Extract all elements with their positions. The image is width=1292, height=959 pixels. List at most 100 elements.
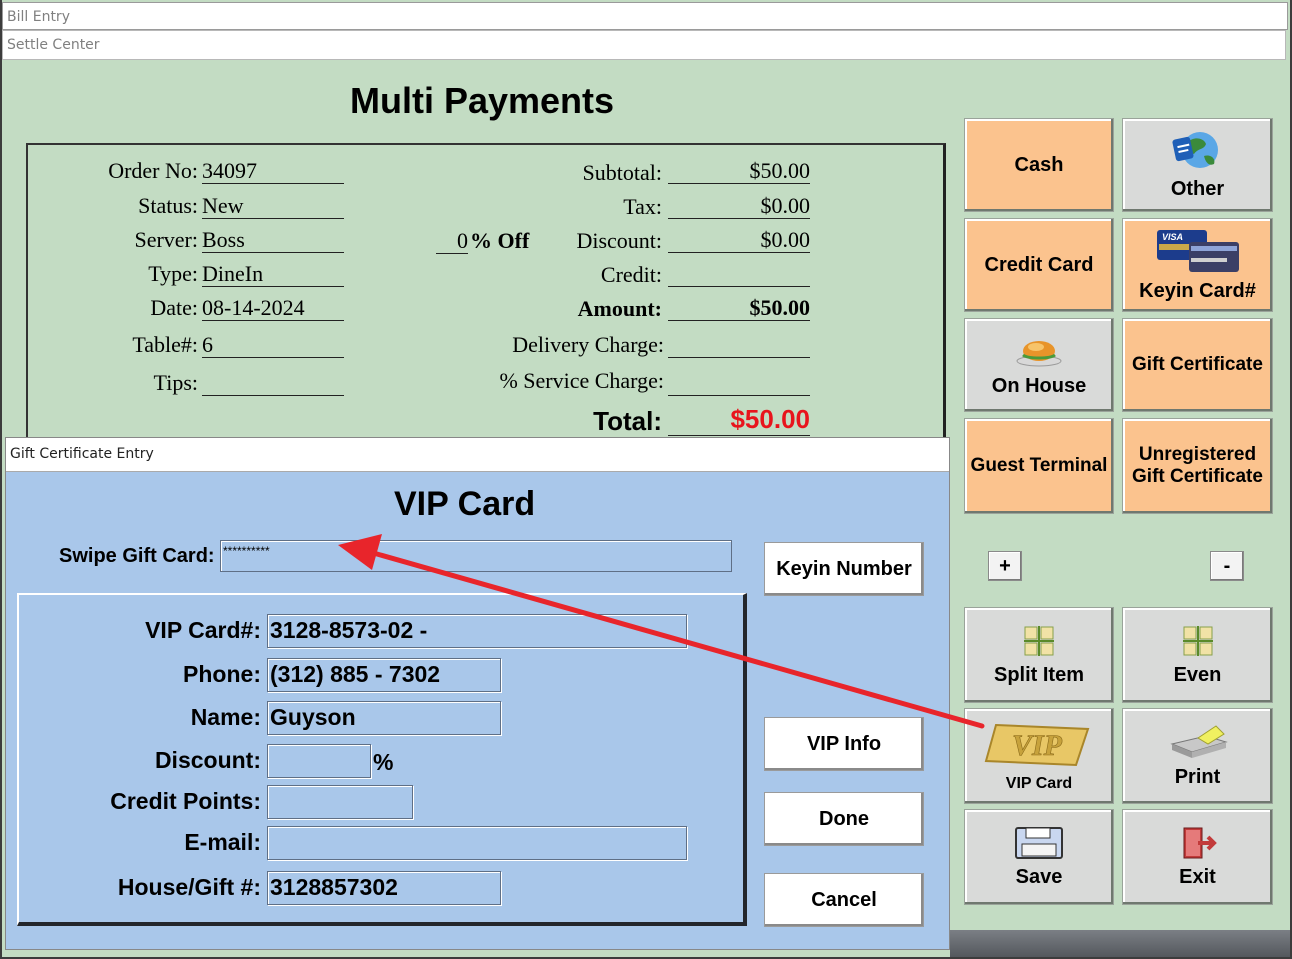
split-item-button[interactable]: Split Item — [964, 607, 1114, 703]
phone-field[interactable]: (312) 885 - 7302 — [267, 658, 501, 692]
tax-label: Tax: — [623, 194, 662, 219]
bottom-strip — [950, 930, 1290, 957]
dialog-title: VIP Card — [394, 485, 536, 523]
status-label: Status: — [138, 193, 198, 218]
window-subtitle: Settle Center — [7, 37, 100, 53]
print-button[interactable]: Print — [1122, 708, 1273, 804]
name-field[interactable]: Guyson — [267, 701, 501, 735]
even-label: Even — [1173, 663, 1222, 686]
gift-certificate-dialog: Gift Certificate Entry VIP Card Swipe Gi… — [5, 437, 950, 950]
tips-value[interactable] — [202, 370, 344, 396]
vip-discount-field[interactable] — [267, 744, 371, 778]
unregistered-gift-certificate-button[interactable]: Unregistered Gift Certificate — [1122, 418, 1273, 514]
credit-cards-icon: VISA — [1156, 229, 1239, 272]
vip-discount-label: Discount: — [154, 747, 261, 773]
order-no-value: 34097 — [202, 158, 344, 184]
house-gift-label: House/Gift #: — [117, 874, 261, 900]
delivery-charge-value[interactable] — [668, 332, 810, 358]
discount-label: Discount: — [576, 228, 662, 253]
plus-button[interactable]: + — [988, 551, 1022, 581]
exit-button[interactable]: Exit — [1122, 809, 1273, 905]
split-item-label: Split Item — [993, 663, 1084, 686]
credit-points-field[interactable] — [267, 785, 413, 819]
credit-card-button[interactable]: Credit Card — [964, 218, 1114, 312]
total-value: $50.00 — [668, 404, 810, 436]
name-label: Name: — [190, 704, 261, 730]
credit-card-label: Credit Card — [984, 253, 1094, 276]
save-label: Save — [1015, 865, 1063, 888]
vip-info-button[interactable]: VIP Info — [764, 717, 924, 771]
other-button[interactable]: Other — [1122, 118, 1273, 212]
guest-terminal-button[interactable]: Guest Terminal — [964, 418, 1114, 514]
vip-card-number-label: VIP Card#: — [145, 617, 261, 643]
service-charge-label: % Service Charge: — [499, 368, 664, 393]
credit-label: Credit: — [600, 262, 662, 287]
minus-button[interactable]: - — [1210, 551, 1244, 581]
phone-label: Phone: — [183, 661, 261, 687]
email-label: E-mail: — [184, 829, 261, 855]
credit-value — [668, 261, 810, 287]
svg-text:VIP: VIP — [1012, 729, 1063, 762]
status-value: New — [202, 193, 344, 219]
tax-value: $0.00 — [668, 193, 810, 219]
cash-button[interactable]: Cash — [964, 118, 1114, 212]
credit-points-label: Credit Points: — [110, 788, 261, 814]
keyin-number-button[interactable]: Keyin Number — [764, 542, 924, 596]
tips-label: Tips: — [153, 370, 198, 395]
window-titlebar: Bill Entry — [2, 2, 1288, 30]
server-label: Server: — [134, 227, 198, 252]
window-title: Bill Entry — [7, 9, 70, 25]
vip-card-number-field[interactable]: 3128-8573-02 - — [267, 614, 687, 648]
order-no-label: Order No: — [108, 158, 198, 183]
exit-label: Exit — [1179, 865, 1216, 888]
keyin-card-button[interactable]: VISA Keyin Card# — [1122, 218, 1273, 312]
vip-details-panel: VIP Card#: Phone: Name: Discount: Credit… — [17, 593, 747, 926]
print-label: Print — [1174, 765, 1221, 788]
discount-value: $0.00 — [668, 227, 810, 253]
food-dish-icon — [1016, 340, 1062, 366]
vip-card-label: VIP Card — [1005, 774, 1073, 792]
save-button[interactable]: Save — [964, 809, 1114, 905]
date-value: 08-14-2024 — [202, 295, 344, 321]
vip-card-button[interactable]: VIP VIP Card — [964, 708, 1114, 804]
cancel-button[interactable]: Cancel — [764, 873, 924, 927]
gift-certificate-label: Gift Certificate — [1132, 354, 1263, 376]
guest-terminal-label: Guest Terminal — [970, 455, 1108, 477]
discount-percent-sign: % — [373, 749, 394, 775]
amount-value: $50.00 — [668, 295, 810, 321]
keyin-card-label: Keyin Card# — [1139, 279, 1256, 302]
type-value: DineIn — [202, 261, 344, 287]
even-button[interactable]: Even — [1122, 607, 1273, 703]
house-gift-number-field[interactable]: 3128857302 — [267, 871, 501, 905]
dialog-titlebar-text: Gift Certificate Entry — [10, 446, 154, 462]
dialog-titlebar: Gift Certificate Entry — [6, 438, 949, 472]
exit-door-icon — [1183, 827, 1217, 858]
done-button[interactable]: Done — [764, 792, 924, 846]
subtotal-value: $50.00 — [668, 158, 810, 184]
on-house-label: On House — [991, 374, 1087, 397]
cash-label: Cash — [1014, 153, 1064, 176]
table-label: Table#: — [132, 332, 198, 357]
service-charge-value[interactable] — [668, 370, 810, 396]
swipe-gift-card-label: Swipe Gift Card: — [59, 545, 215, 567]
email-field[interactable] — [267, 826, 687, 860]
svg-text:VISA: VISA — [1162, 232, 1183, 242]
printer-icon — [1169, 724, 1228, 758]
table-value: 6 — [202, 332, 344, 358]
unregistered-gift-certificate-label: Unregistered Gift Certificate — [1132, 444, 1263, 487]
floppy-disk-icon — [1015, 826, 1063, 859]
other-label: Other — [1170, 177, 1225, 200]
type-label: Type: — [148, 261, 198, 286]
delivery-charge-label: Delivery Charge: — [512, 332, 664, 357]
globe-icon — [1171, 131, 1218, 168]
subtotal-label: Subtotal: — [582, 160, 662, 185]
even-split-icon — [1182, 625, 1213, 656]
amount-label: Amount: — [577, 296, 662, 321]
split-icon — [1024, 625, 1054, 656]
total-label: Total: — [593, 406, 662, 436]
gift-certificate-button[interactable]: Gift Certificate — [1122, 318, 1273, 412]
server-value: Boss — [202, 227, 344, 253]
on-house-button[interactable]: On House — [964, 318, 1114, 412]
swipe-gift-card-input[interactable]: ********** — [220, 540, 732, 572]
page-title: Multi Payments — [350, 80, 615, 121]
